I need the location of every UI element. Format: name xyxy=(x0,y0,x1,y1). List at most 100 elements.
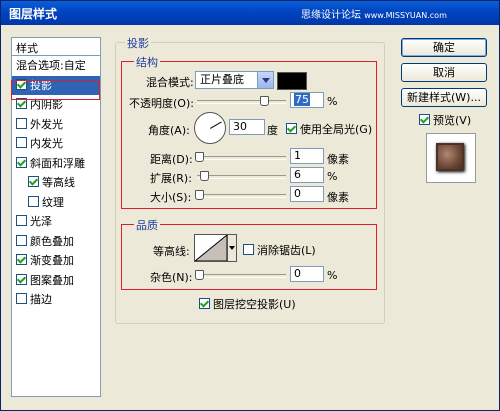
style-item-checkbox[interactable] xyxy=(28,195,39,207)
noise-input[interactable]: 0 xyxy=(290,266,324,282)
blend-mode-select[interactable]: 正片叠底 xyxy=(195,71,274,89)
noise-slider-track[interactable] xyxy=(197,274,286,278)
style-list-item[interactable]: 光泽 xyxy=(12,212,100,232)
quality-title: 品质 xyxy=(134,217,160,233)
noise-unit: % xyxy=(327,269,338,282)
blend-mode-label: 混合模式: xyxy=(146,76,194,89)
distance-slider-track[interactable] xyxy=(197,156,286,160)
style-list-item[interactable]: 颜色叠加 xyxy=(12,232,100,252)
size-unit: 像素 xyxy=(327,191,349,204)
opacity-slider-track[interactable] xyxy=(197,100,286,104)
knockout-label: 图层挖空投影(U) xyxy=(213,298,296,311)
opacity-unit: % xyxy=(327,95,338,108)
distance-label: 距离(D): xyxy=(150,153,193,166)
style-item-label: 纹理 xyxy=(42,195,64,209)
chevron-down-icon xyxy=(257,72,273,88)
style-item-checkbox[interactable] xyxy=(28,176,39,187)
style-list-item[interactable]: 混合选项:自定 xyxy=(12,56,100,76)
spread-unit: % xyxy=(327,170,338,183)
title-bar: 图层样式 思缘设计论坛 www.MISSYUAN.com xyxy=(1,1,499,25)
spread-slider-track[interactable] xyxy=(197,175,286,179)
layer-style-dialog: 图层样式 思缘设计论坛 www.MISSYUAN.com 样式 混合选项:自定 投… xyxy=(0,0,500,411)
angle-value: 30 xyxy=(233,120,247,133)
style-item-label: 混合选项:自定 xyxy=(16,59,86,72)
noise-value: 0 xyxy=(294,267,301,280)
anti-alias-option[interactable]: 消除锯齿(L) xyxy=(243,242,316,258)
size-slider-track[interactable] xyxy=(197,194,286,198)
watermark: 思缘设计论坛 www.MISSYUAN.com xyxy=(301,6,447,21)
style-item-label: 渐变叠加 xyxy=(30,254,74,267)
watermark-site: www.MISSYUAN.com xyxy=(364,11,447,20)
style-list-item[interactable]: 渐变叠加 xyxy=(12,251,100,271)
distance-slider-thumb[interactable] xyxy=(195,152,204,162)
style-item-checkbox[interactable] xyxy=(16,254,27,265)
angle-label: 角度(A): xyxy=(148,124,190,137)
spread-input[interactable]: 6 xyxy=(290,167,324,183)
style-list-item[interactable]: 内发光 xyxy=(12,134,100,154)
anti-alias-label: 消除锯齿(L) xyxy=(257,244,316,257)
opacity-slider-thumb[interactable] xyxy=(259,96,269,106)
new-style-button[interactable]: 新建样式(W)... xyxy=(401,88,487,107)
style-item-checkbox[interactable] xyxy=(16,273,27,285)
style-item-label: 等高线 xyxy=(42,176,75,189)
style-item-checkbox[interactable] xyxy=(16,293,27,304)
preview-option[interactable]: 预览(V) xyxy=(419,112,471,128)
style-list-item[interactable]: 外发光 xyxy=(12,115,100,135)
distance-input[interactable]: 1 xyxy=(290,148,324,164)
size-slider-thumb[interactable] xyxy=(195,190,204,200)
style-item-checkbox[interactable] xyxy=(16,215,27,226)
spread-label: 扩展(R): xyxy=(150,172,192,185)
style-item-checkbox[interactable] xyxy=(16,117,27,129)
global-light-checkbox[interactable] xyxy=(286,123,297,134)
spread-slider-thumb[interactable] xyxy=(200,171,209,181)
global-light-option[interactable]: 使用全局光(G) xyxy=(286,121,372,137)
contour-curve-icon xyxy=(195,235,227,261)
style-list-item[interactable]: 描边 xyxy=(12,290,100,310)
angle-dial-hand xyxy=(210,121,222,129)
knockout-option[interactable]: 图层挖空投影(U) xyxy=(199,296,296,312)
structure-title: 结构 xyxy=(134,54,160,70)
global-light-label: 使用全局光(G) xyxy=(300,123,373,136)
shadow-color-swatch[interactable] xyxy=(277,72,307,90)
style-item-label: 颜色叠加 xyxy=(30,234,74,248)
opacity-value: 75 xyxy=(294,93,310,106)
style-preview-swatch xyxy=(436,143,464,171)
style-item-label: 图案叠加 xyxy=(30,273,74,287)
angle-input[interactable]: 30 xyxy=(229,119,265,135)
blend-mode-value: 正片叠底 xyxy=(200,73,244,86)
style-item-checkbox[interactable] xyxy=(16,156,27,168)
style-item-label: 描边 xyxy=(30,293,52,306)
style-item-checkbox[interactable] xyxy=(16,137,27,148)
noise-slider-thumb[interactable] xyxy=(195,270,204,280)
contour-dropdown-button[interactable] xyxy=(228,234,237,262)
anti-alias-checkbox[interactable] xyxy=(243,244,254,255)
style-item-label: 光泽 xyxy=(30,215,52,228)
cancel-button[interactable]: 取消 xyxy=(401,63,487,82)
contour-label: 等高线: xyxy=(153,245,190,258)
style-list-header[interactable]: 样式 xyxy=(12,38,100,56)
style-item-label: 外发光 xyxy=(30,117,63,131)
angle-unit: 度 xyxy=(267,124,278,137)
contour-preview[interactable] xyxy=(194,234,228,262)
preview-label: 预览(V) xyxy=(433,114,472,127)
angle-dial[interactable] xyxy=(194,112,226,144)
style-item-label: 内发光 xyxy=(30,137,63,150)
style-list-item[interactable]: 斜面和浮雕 xyxy=(12,154,100,174)
knockout-checkbox[interactable] xyxy=(199,298,210,309)
opacity-input[interactable]: 75 xyxy=(290,92,324,108)
spread-value: 6 xyxy=(294,168,301,181)
opacity-label: 不透明度(O): xyxy=(129,97,194,110)
style-item-checkbox[interactable] xyxy=(16,234,27,246)
distance-unit: 像素 xyxy=(327,153,349,166)
selected-item-highlight-box xyxy=(11,80,100,100)
size-input[interactable]: 0 xyxy=(290,186,324,202)
style-list-item[interactable]: 等高线 xyxy=(12,173,100,193)
style-list-item[interactable]: 图案叠加 xyxy=(12,271,100,291)
watermark-text: 思缘设计论坛 xyxy=(301,10,361,21)
size-label: 大小(S): xyxy=(150,191,192,204)
preview-checkbox[interactable] xyxy=(419,114,430,125)
style-list-item[interactable]: 纹理 xyxy=(12,193,100,213)
style-item-label: 斜面和浮雕 xyxy=(30,156,85,170)
noise-label: 杂色(N): xyxy=(150,271,193,284)
ok-button[interactable]: 确定 xyxy=(401,38,487,57)
